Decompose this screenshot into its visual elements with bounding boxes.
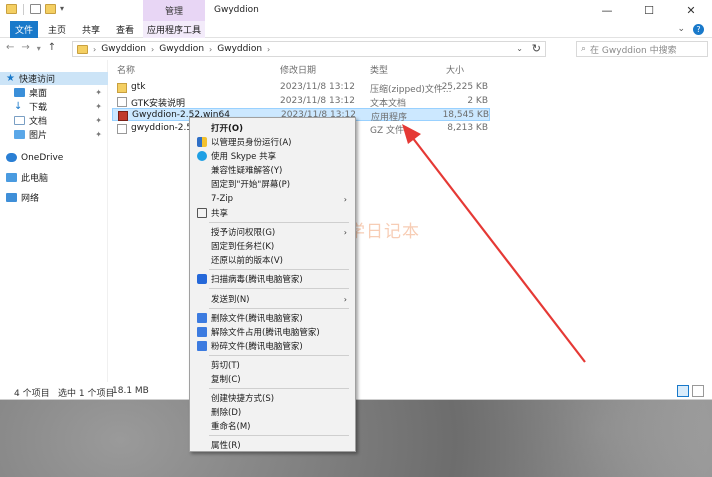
menu-item-label: 兼容性疑难解答(Y) xyxy=(211,166,283,176)
menu-item-run-as-admin[interactable]: 以管理员身份运行(A) xyxy=(192,135,353,149)
menu-item-label: 打开(O) xyxy=(211,124,243,134)
menu-separator xyxy=(209,388,349,389)
menu-item-label: 发送到(N) xyxy=(211,295,250,305)
menu-item-label: 重命名(M) xyxy=(211,422,251,432)
menu-separator xyxy=(209,435,349,436)
menu-item-label: 复制(C) xyxy=(211,375,241,385)
menu-item-share[interactable]: 共享 xyxy=(192,206,353,220)
menu-item-label: 创建快捷方式(S) xyxy=(211,394,275,404)
menu-item-send-to[interactable]: 发送到(N) › xyxy=(192,292,353,306)
menu-item-pin-start[interactable]: 固定到"开始"屏幕(P) xyxy=(192,177,353,191)
menu-item-scan-virus[interactable]: 扫描病毒(腾讯电脑管家) xyxy=(192,272,353,286)
share-icon xyxy=(197,208,207,218)
menu-item-label: 以管理员身份运行(A) xyxy=(211,138,292,148)
menu-item-7zip[interactable]: 7-Zip › xyxy=(192,192,353,206)
menu-separator xyxy=(209,269,349,270)
menu-separator xyxy=(209,355,349,356)
menu-separator xyxy=(209,308,349,309)
menu-item-label: 授予访问权限(G) xyxy=(211,228,276,238)
menu-item-pin-taskbar[interactable]: 固定到任务栏(K) xyxy=(192,239,353,253)
menu-item-label: 粉碎文件(腾讯电脑管家) xyxy=(211,342,303,352)
menu-item-compat[interactable]: 兼容性疑难解答(Y) xyxy=(192,163,353,177)
menu-item-restore[interactable]: 还原以前的版本(V) xyxy=(192,253,353,267)
menu-item-label: 使用 Skype 共享 xyxy=(211,152,277,162)
menu-item-create-shortcut[interactable]: 创建快捷方式(S) xyxy=(192,391,353,405)
tencent-delete-icon xyxy=(197,313,207,323)
chevron-right-icon: › xyxy=(343,294,347,304)
tencent-unlock-icon xyxy=(197,327,207,337)
annotation-arrow xyxy=(402,124,586,363)
tencent-shred-icon xyxy=(197,341,207,351)
menu-item-label: 删除文件(腾讯电脑管家) xyxy=(211,314,303,324)
menu-item-label: 剪切(T) xyxy=(211,361,240,371)
menu-item-delete[interactable]: 删除(D) xyxy=(192,405,353,419)
menu-item-unlock-file[interactable]: 解除文件占用(腾讯电脑管家) xyxy=(192,325,353,339)
menu-item-grant-access[interactable]: 授予访问权限(G) › xyxy=(192,225,353,239)
menu-item-delete-file[interactable]: 删除文件(腾讯电脑管家) xyxy=(192,311,353,325)
menu-separator xyxy=(209,288,349,289)
menu-item-label: 删除(D) xyxy=(211,408,242,418)
chevron-right-icon: › xyxy=(343,194,347,204)
menu-item-label: 解除文件占用(腾讯电脑管家) xyxy=(211,328,320,338)
menu-item-cut[interactable]: 剪切(T) xyxy=(192,358,353,372)
menu-item-label: 还原以前的版本(V) xyxy=(211,256,283,266)
menu-item-label: 固定到任务栏(K) xyxy=(211,242,275,252)
menu-item-label: 属性(R) xyxy=(211,441,241,451)
chevron-right-icon: › xyxy=(343,227,347,237)
shield-icon xyxy=(197,137,207,147)
menu-separator xyxy=(209,222,349,223)
menu-item-label: 共享 xyxy=(211,209,229,219)
menu-item-skype-share[interactable]: 使用 Skype 共享 xyxy=(192,149,353,163)
menu-item-label: 7-Zip xyxy=(211,194,234,204)
context-menu: 打开(O) 以管理员身份运行(A) 使用 Skype 共享 兼容性疑难解答(Y)… xyxy=(189,117,356,452)
menu-item-copy[interactable]: 复制(C) xyxy=(192,372,353,386)
skype-icon xyxy=(197,151,207,161)
tencent-shield-icon xyxy=(197,274,207,284)
menu-item-shred-file[interactable]: 粉碎文件(腾讯电脑管家) xyxy=(192,339,353,353)
menu-item-open[interactable]: 打开(O) xyxy=(192,121,353,135)
menu-item-properties[interactable]: 属性(R) xyxy=(192,438,353,452)
menu-item-rename[interactable]: 重命名(M) xyxy=(192,419,353,433)
menu-item-label: 扫描病毒(腾讯电脑管家) xyxy=(211,275,303,285)
menu-item-label: 固定到"开始"屏幕(P) xyxy=(211,180,291,190)
